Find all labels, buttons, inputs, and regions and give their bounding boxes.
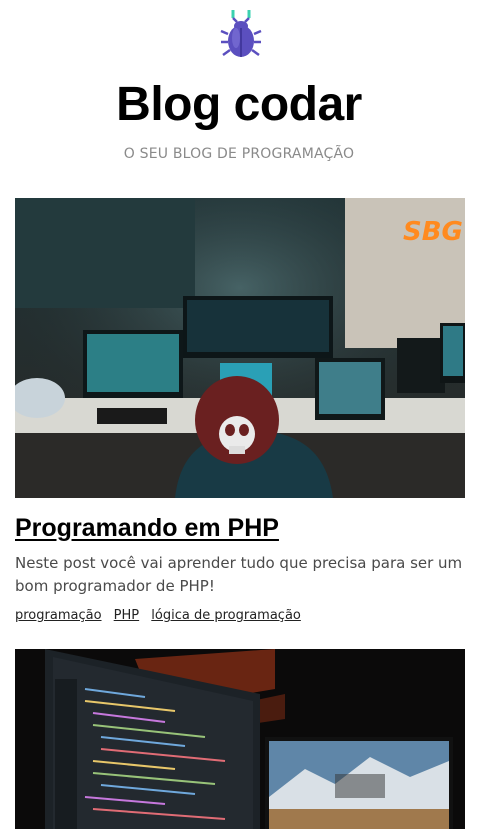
tag-link[interactable]: programação: [15, 608, 102, 623]
post-image[interactable]: [15, 649, 465, 829]
post-title-link[interactable]: Programando em PHP: [15, 514, 465, 542]
tag-link[interactable]: lógica de programação: [151, 608, 301, 623]
tag-link[interactable]: PHP: [114, 608, 139, 623]
tag-list: programação PHP lógica de programação: [15, 608, 465, 623]
post-excerpt: Neste post você vai aprender tudo que pr…: [15, 554, 463, 595]
post-card: SBG Programando em PHP Neste post você v…: [15, 198, 465, 623]
bug-icon[interactable]: [219, 8, 263, 62]
post-card: [15, 649, 465, 829]
site-title: Blog codar: [116, 78, 362, 131]
svg-text:SBG: SBG: [403, 217, 463, 247]
post-image[interactable]: SBG: [15, 198, 465, 498]
site-subtitle: O SEU BLOG DE PROGRAMAÇÃO: [123, 146, 355, 162]
